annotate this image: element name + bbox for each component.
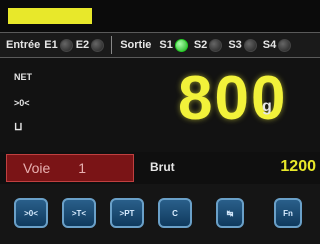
preset-tare-button[interactable]: >PT [110,198,144,228]
input-e2: E2 [76,38,105,52]
output-s3: S3 [228,38,257,52]
tare-button[interactable]: >T< [62,198,96,228]
top-strip [0,0,320,32]
input-e1-led-icon [59,38,73,52]
output-s1: S1 [159,38,188,52]
weight-unit: g [262,98,272,115]
output-s4-led-icon [278,38,292,52]
status-bar-indicator [8,8,92,24]
net-indicator: NET [14,72,32,82]
outputs-label: Sortie [120,39,152,51]
io-status-row: Entrée E1 E2 Sortie S1 S2 S3 S4 [0,32,320,58]
output-s1-led-icon [174,38,188,52]
output-s2: S2 [194,38,223,52]
input-e2-led-icon [91,38,105,52]
channel-number: 1 [78,160,87,176]
gross-value: 1200 [280,158,316,175]
channel-selector[interactable]: Voie 1 [6,154,134,182]
channel-status-row: Voie 1 Brut 1200 [0,152,320,184]
inputs-label: Entrée [6,39,41,51]
gross-label: Brut [150,160,175,174]
output-s4: S4 [263,38,292,52]
input-e1: E1 [44,38,73,52]
output-s2-led-icon [209,38,223,52]
channel-label: Voie [23,160,51,176]
function-button-bar: >0< >T< >PT C ↹ Fn [0,184,320,244]
zero-indicator-icon: >0< [14,98,30,108]
stable-indicator-icon: ⊔ [14,121,23,133]
transfer-button[interactable]: ↹ [216,198,244,228]
clear-button[interactable]: C [158,198,192,228]
zero-button[interactable]: >0< [14,198,48,228]
weight-display-area: NET >0< ⊔ 800 g [0,58,320,152]
terminal-screen: Entrée E1 E2 Sortie S1 S2 S3 S4 NET >0< … [0,0,320,244]
io-divider [111,36,113,54]
function-button[interactable]: Fn [274,198,302,228]
output-s3-led-icon [243,38,257,52]
